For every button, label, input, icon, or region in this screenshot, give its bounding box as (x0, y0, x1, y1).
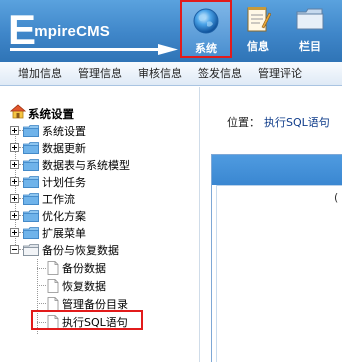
folder-icon (23, 226, 39, 239)
folder-icon (293, 4, 327, 34)
tree-connector (37, 268, 46, 269)
expand-toggle[interactable] (10, 160, 19, 169)
menu-manage-info[interactable]: 管理信息 (70, 62, 130, 85)
panel-divider (216, 185, 217, 362)
nav-column[interactable]: 栏目 (284, 0, 336, 58)
document-icon (47, 278, 59, 293)
notepad-icon (241, 4, 275, 34)
nav-system[interactable]: 系统 (180, 0, 232, 58)
folder-icon (23, 141, 39, 154)
tree-connector (37, 285, 46, 286)
collapse-toggle[interactable] (10, 245, 19, 254)
content-area: 位置： 执行SQL语句 ( (201, 87, 342, 362)
folder-icon (23, 209, 39, 222)
tree-item-label: 优化方案 (42, 209, 86, 223)
tree-item-extended-menu[interactable]: 扩展菜单 (10, 224, 86, 241)
nav-system-label: 系统 (195, 42, 217, 55)
selection-highlight (31, 310, 143, 330)
folder-icon (23, 158, 39, 171)
logo-text: mpireCMS (34, 23, 110, 40)
tree-item-workflow[interactable]: 工作流 (10, 190, 75, 207)
panel-text: ( (334, 191, 339, 204)
expand-toggle[interactable] (10, 143, 19, 152)
menu-sign-info[interactable]: 签发信息 (190, 62, 250, 85)
tree-item-label: 数据表与系统模型 (42, 158, 130, 172)
sql-panel: ( (211, 154, 342, 362)
expand-toggle[interactable] (10, 211, 19, 220)
folder-icon (23, 175, 39, 188)
tree-item-label: 工作流 (42, 192, 75, 206)
folder-icon (23, 124, 39, 137)
breadcrumb-label: 位置： (227, 116, 260, 129)
nav-column-label: 栏目 (299, 40, 321, 53)
app-header: EmpireCMS 系统 信息 栏目 (0, 0, 342, 62)
document-icon (47, 296, 59, 311)
tree-child-label: 恢复数据 (62, 279, 106, 293)
expand-toggle[interactable] (10, 228, 19, 237)
document-icon (47, 260, 59, 275)
folder-icon (23, 192, 39, 205)
tree-item-label: 备份与恢复数据 (42, 243, 119, 257)
tree-child-label: 备份数据 (62, 261, 106, 275)
panel-header (212, 155, 342, 185)
breadcrumb-link[interactable]: 执行SQL语句 (264, 116, 330, 129)
globe-icon (189, 6, 223, 36)
top-nav: 系统 信息 栏目 (180, 0, 336, 62)
tree-item-optimization[interactable]: 优化方案 (10, 207, 86, 224)
expand-toggle[interactable] (10, 177, 19, 186)
nav-info[interactable]: 信息 (232, 0, 284, 58)
tree-item-scheduled-tasks[interactable]: 计划任务 (10, 173, 86, 190)
open-folder-icon (23, 243, 39, 256)
tree-item-tables-models[interactable]: 数据表与系统模型 (10, 156, 130, 173)
tree-item-label: 扩展菜单 (42, 226, 86, 240)
tree-item-label: 计划任务 (42, 175, 86, 189)
empirecms-logo: EmpireCMS (8, 6, 180, 56)
logo-arrow-icon (10, 44, 178, 55)
sidebar-title: 系统设置 (28, 106, 74, 121)
tree-item-backup-restore[interactable]: 备份与恢复数据 (10, 241, 119, 258)
expand-toggle[interactable] (10, 194, 19, 203)
expand-toggle[interactable] (10, 126, 19, 135)
menu-manage-comments[interactable]: 管理评论 (250, 62, 310, 85)
tree-connector (37, 303, 46, 304)
breadcrumb: 位置： 执行SQL语句 (227, 114, 330, 130)
menu-review-info[interactable]: 审核信息 (130, 62, 190, 85)
panel-divider (216, 185, 342, 186)
tree-item-data-update[interactable]: 数据更新 (10, 139, 86, 156)
menu-add-info[interactable]: 增加信息 (0, 62, 70, 85)
sidebar-tree: 系统设置 系统设置 数据更新 数据表与系统模型 计划任务 工作流 优化方案 扩展… (0, 87, 200, 362)
tree-child-backup-data[interactable]: 备份数据 (47, 259, 106, 276)
sidebar-header: 系统设置 (9, 104, 74, 123)
sub-menu-bar: 增加信息 管理信息 审核信息 签发信息 管理评论 (0, 62, 342, 86)
tree-item-label: 系统设置 (42, 124, 86, 138)
tree-item-system-settings[interactable]: 系统设置 (10, 122, 86, 139)
nav-info-label: 信息 (247, 40, 269, 53)
tree-item-label: 数据更新 (42, 141, 86, 155)
tree-child-restore-data[interactable]: 恢复数据 (47, 277, 106, 294)
home-icon (9, 104, 27, 123)
